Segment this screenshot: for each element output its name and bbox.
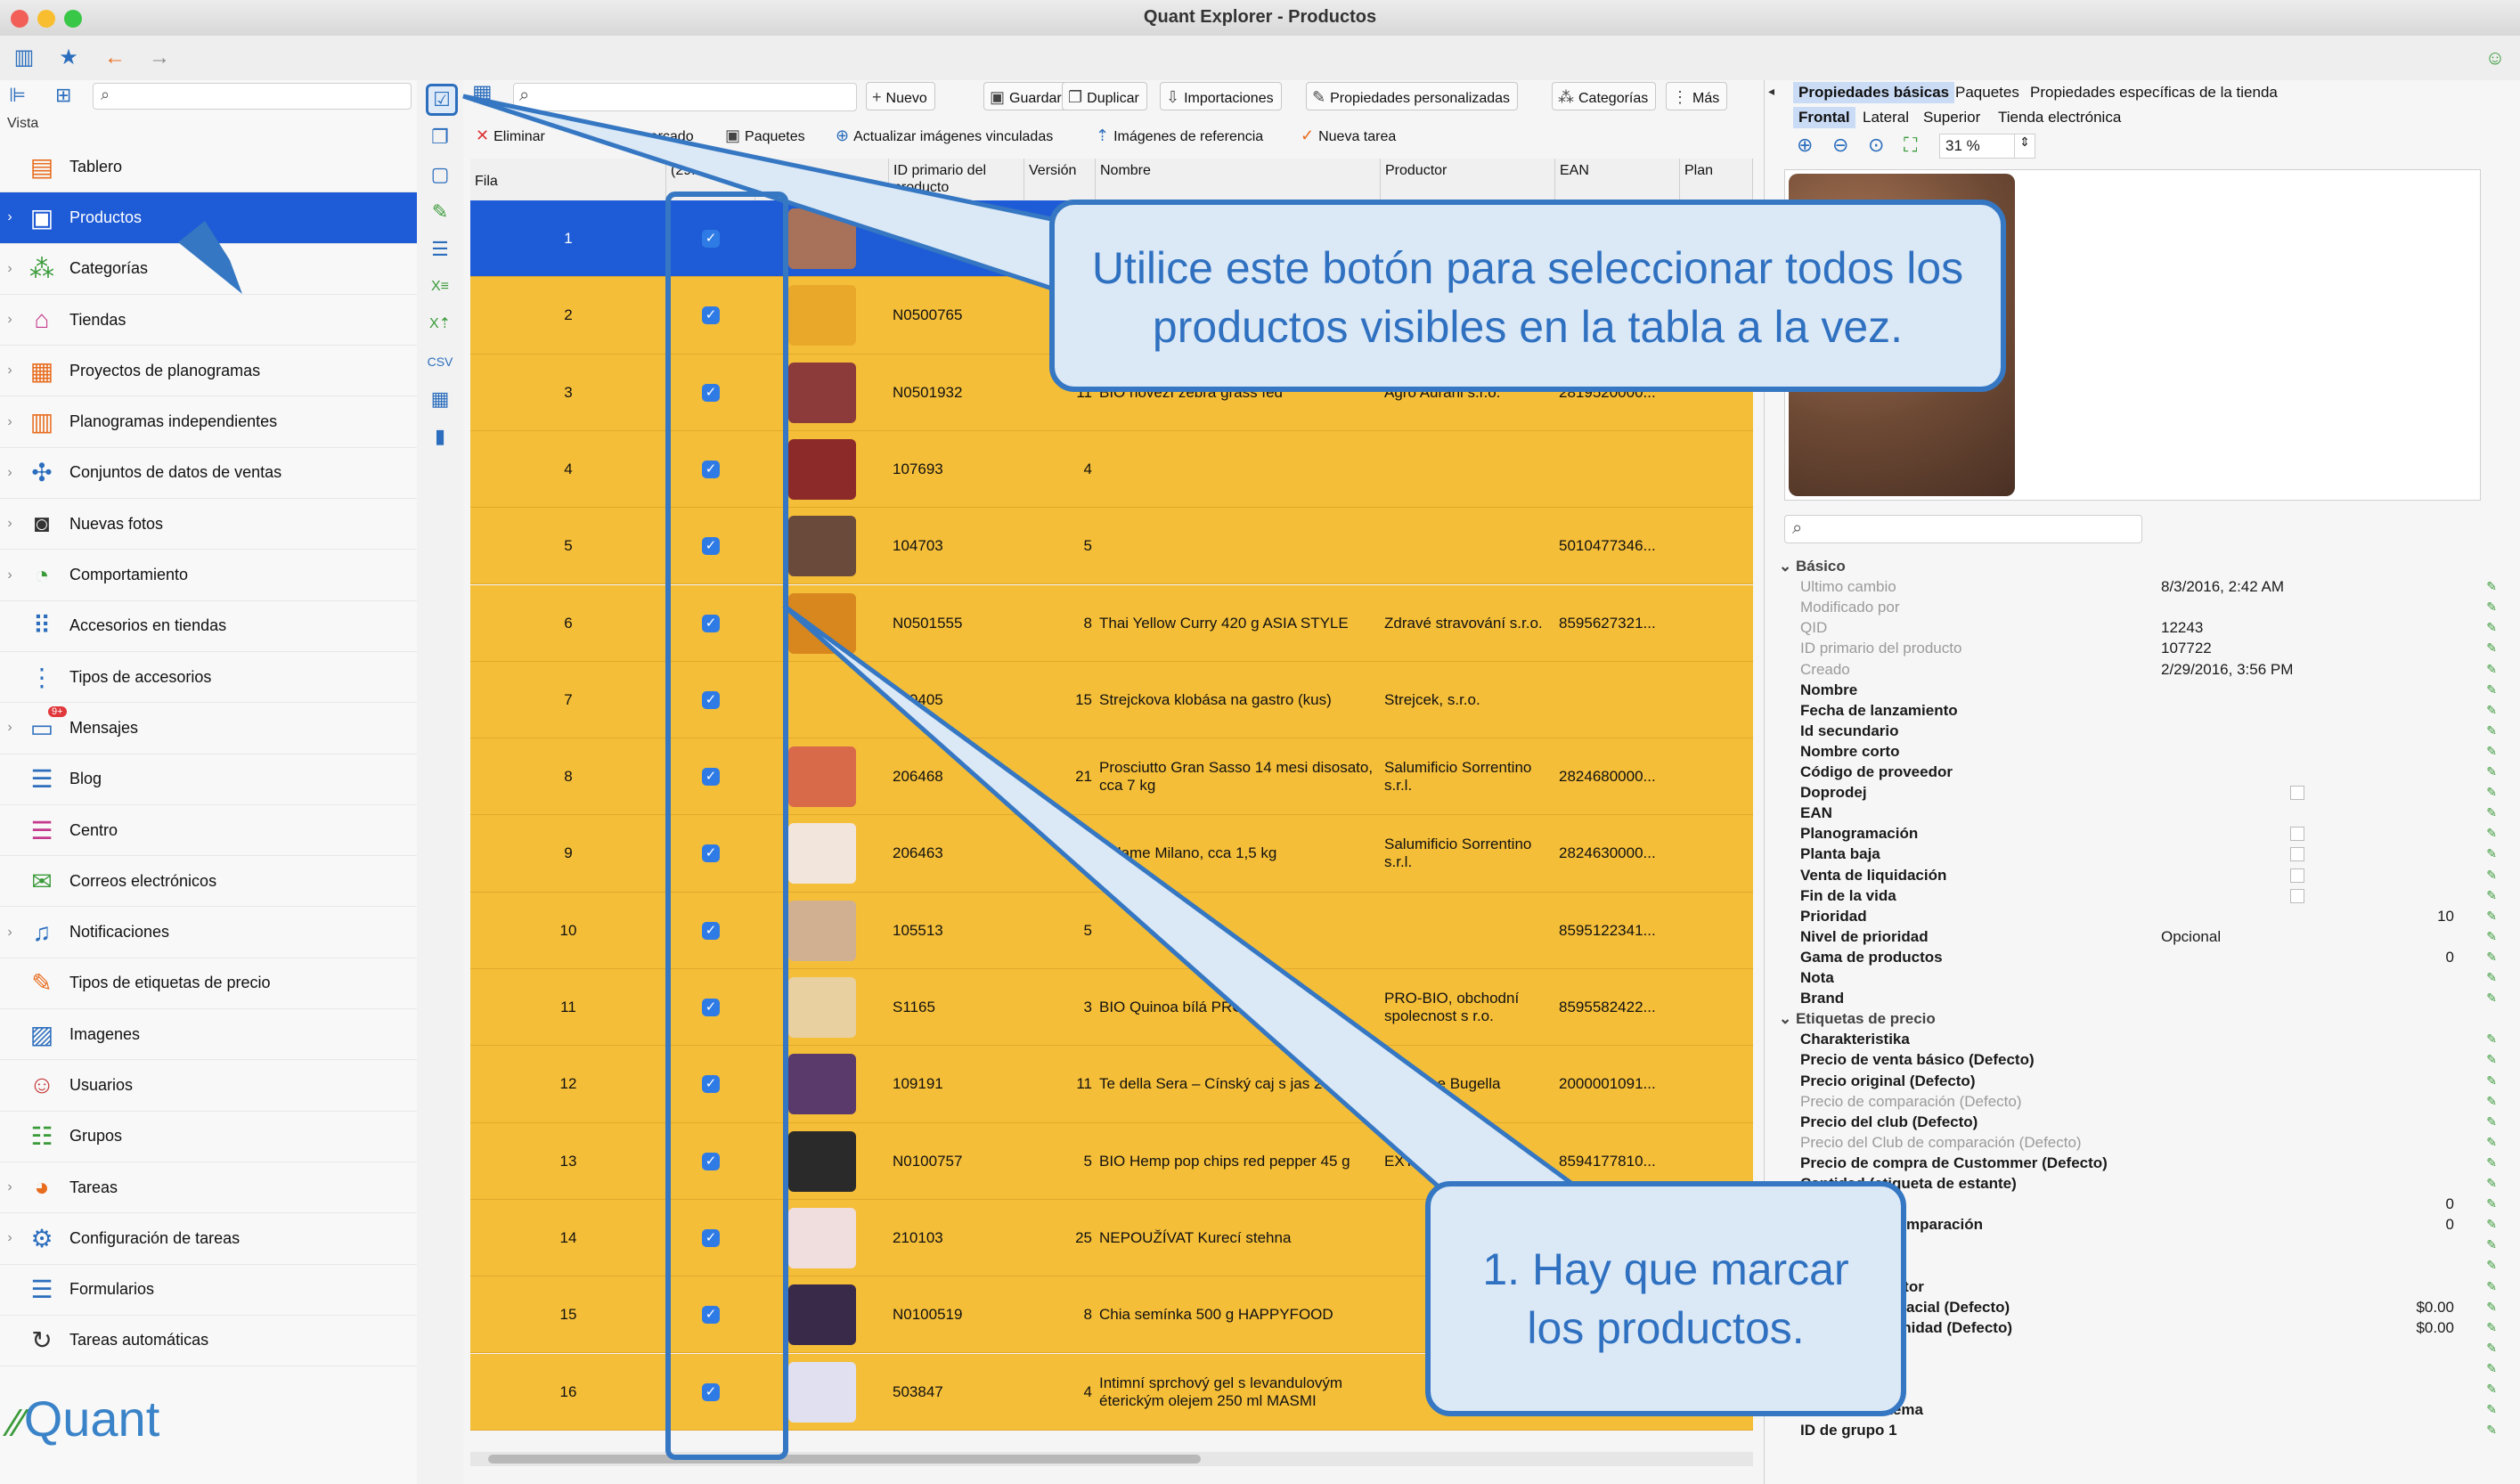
callout-pointer-bottom bbox=[782, 603, 1590, 1241]
callout-mark-products: 1. Hay que marcar los productos. bbox=[1425, 1181, 1906, 1416]
callout-select-all: Utilice este botón para seleccionar todo… bbox=[1049, 200, 2006, 392]
checkbox-column-highlight bbox=[665, 192, 788, 1460]
productos-arrow bbox=[178, 221, 242, 294]
